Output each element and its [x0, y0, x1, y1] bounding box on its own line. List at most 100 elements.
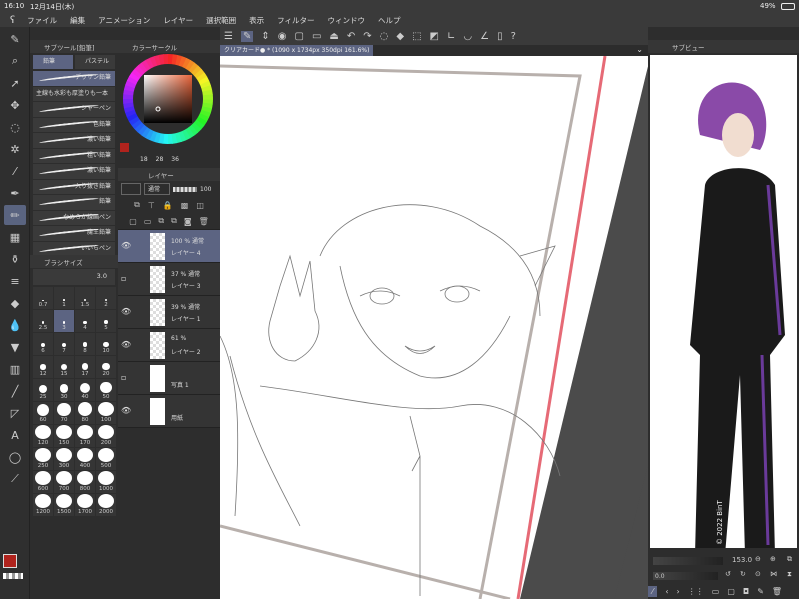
hidden-checkbox[interactable]: ▫ [121, 373, 126, 382]
stepper-icon[interactable]: ⇕ [261, 31, 269, 42]
zoom-out-icon[interactable]: ⊖ [755, 555, 761, 563]
brush-size-option[interactable]: 4 [75, 310, 95, 332]
new-layer-icon[interactable]: ▢ [129, 217, 137, 226]
rotate-right-icon[interactable]: ↻ [740, 570, 746, 578]
fill-tool-icon[interactable]: ▼ [4, 337, 26, 357]
lock-icon[interactable]: 🔒 [163, 201, 173, 210]
subtool-item[interactable]: 魔王鉛筆 [33, 226, 115, 241]
brush-size-option[interactable]: 60 [33, 402, 53, 424]
fit-icon[interactable]: ⧉ [787, 555, 792, 564]
menu-help[interactable]: ヘルプ [378, 15, 401, 26]
open-folder-icon[interactable]: ▭ [312, 31, 321, 42]
subtool-item[interactable]: 粗い鉛筆 [33, 148, 115, 163]
brush-size-option[interactable]: 1500 [54, 494, 74, 516]
brush-size-option[interactable]: 600 [33, 471, 53, 493]
subtool-item[interactable]: なめらか線画ペン [33, 210, 115, 225]
rotation-slider[interactable]: 0.0 [653, 572, 718, 580]
stabilize-icon[interactable]: ∠ [480, 31, 489, 42]
crop-icon[interactable]: ◩ [430, 31, 439, 42]
menu-view[interactable]: 表示 [249, 15, 264, 26]
brush-size-slider[interactable]: 3.0 [33, 269, 115, 285]
new-folder-icon[interactable]: ▭ [144, 217, 152, 226]
brush-size-option[interactable]: 1700 [75, 494, 95, 516]
current-color[interactable] [120, 143, 129, 152]
subtool-tab[interactable]: サブツール[鉛筆] [30, 40, 118, 53]
decoration-tool-icon[interactable]: ≡ [4, 271, 26, 291]
brush-size-option[interactable]: 2 [96, 287, 116, 309]
brush-size-option[interactable]: 20 [96, 356, 116, 378]
brush-size-option[interactable]: 250 [33, 448, 53, 470]
layer-row[interactable]: 👁 61 % レイヤー 2 [118, 329, 220, 362]
brush-size-option[interactable]: 1.5 [75, 287, 95, 309]
menu-edit[interactable]: 編集 [70, 15, 85, 26]
brush-size-option[interactable]: 3 [54, 310, 74, 332]
subtool-item[interactable]: 入り抜き鉛筆 [33, 179, 115, 194]
brush-size-option[interactable]: 1200 [33, 494, 53, 516]
mask-icon[interactable]: ◙ [184, 217, 192, 226]
import-icon[interactable]: ▭ [712, 587, 720, 596]
preview-icon[interactable]: ◉ [278, 31, 287, 42]
menu-layer[interactable]: レイヤー [163, 15, 193, 26]
text-tool-icon[interactable]: A [4, 425, 26, 445]
flip-vertical-icon[interactable]: ⧗ [787, 570, 792, 579]
brush-size-option[interactable]: 500 [96, 448, 116, 470]
transform-icon[interactable]: ⬚ [412, 31, 421, 42]
subtool-item[interactable]: 主線も水彩も厚塗りも一本 [33, 86, 115, 101]
brush-size-option[interactable]: 6 [33, 333, 53, 355]
eyedropper-tool-icon[interactable]: ⁄ [4, 161, 26, 181]
brush-size-option[interactable]: 30 [54, 379, 74, 401]
menu-animation[interactable]: アニメーション [98, 15, 150, 26]
subtool-item[interactable]: 濃い鉛筆 [33, 133, 115, 148]
airbrush-tool-icon[interactable]: ⚱ [4, 249, 26, 269]
main-color-swatch[interactable] [3, 554, 17, 568]
eye-icon[interactable]: 👁 [121, 307, 131, 316]
flip-horizontal-icon[interactable]: ⋈ [770, 570, 777, 578]
brush-size-option[interactable]: 7 [54, 333, 74, 355]
subtool-item[interactable]: いいらペン [33, 241, 115, 256]
brush-size-option[interactable]: 17 [75, 356, 95, 378]
operation-tool-icon[interactable]: ➚ [4, 73, 26, 93]
brush-size-option[interactable]: 2.5 [33, 310, 53, 332]
edit-icon[interactable]: ✎ [240, 30, 254, 42]
mask-toggle-icon[interactable]: ◫ [196, 201, 204, 210]
smooth-icon[interactable]: ◡ [463, 31, 472, 42]
menu-filter[interactable]: フィルター [277, 15, 314, 26]
pen-tool-icon[interactable]: ✎ [4, 29, 26, 49]
brush-size-option[interactable]: 12 [33, 356, 53, 378]
eye-icon[interactable]: 👁 [121, 241, 131, 250]
undo-icon[interactable]: ↶ [347, 31, 355, 42]
menu-icon[interactable]: ☰ [224, 31, 233, 42]
delete-layer-icon[interactable]: 🗑 [199, 217, 209, 226]
zoom-in-icon[interactable]: ⊕ [770, 555, 776, 563]
group-tab-pencil[interactable]: 鉛筆 [33, 55, 73, 69]
reference-image[interactable]: © 2022 BinT [650, 55, 797, 548]
reference-icon[interactable]: ⊤ [148, 201, 155, 210]
subtool-item[interactable]: 濃い鉛筆 [33, 164, 115, 179]
import-canvas-icon[interactable]: ▢ [727, 587, 735, 596]
opacity-slider[interactable] [173, 186, 197, 192]
brush-size-option[interactable]: 700 [54, 471, 74, 493]
save-icon[interactable]: ⏏ [329, 31, 338, 42]
brush-size-option[interactable]: 10 [96, 333, 116, 355]
canvas[interactable] [220, 56, 648, 599]
gradient-tool-icon[interactable]: ▥ [4, 359, 26, 379]
hidden-checkbox[interactable]: ▫ [121, 274, 126, 283]
wand-tool-icon[interactable]: ✲ [4, 139, 26, 159]
clear-icon[interactable]: ◌ [380, 31, 389, 42]
device-icon[interactable]: ▯ [497, 31, 503, 42]
line-tool-icon[interactable]: ╱ [4, 381, 26, 401]
move-tool-icon[interactable]: ✥ [4, 95, 26, 115]
layer-tab[interactable]: レイヤー [118, 168, 220, 181]
balloon-tool-icon[interactable]: ◯ [4, 447, 26, 467]
chevron-down-icon[interactable]: ⌄ [636, 45, 643, 54]
brush-size-option[interactable]: 8 [75, 333, 95, 355]
brush-size-option[interactable]: 15 [54, 356, 74, 378]
next-image-icon[interactable]: › [677, 587, 680, 596]
color-wheel[interactable] [120, 51, 220, 151]
blend-mode-select[interactable]: 通常 [144, 183, 170, 195]
transparent-color-swatch[interactable] [3, 573, 23, 579]
subtool-item[interactable]: シャーペン [33, 102, 115, 117]
camera-icon[interactable]: ◘ [743, 587, 749, 596]
rotate-left-icon[interactable]: ↺ [725, 570, 731, 578]
redo-icon[interactable]: ↷ [363, 31, 371, 42]
